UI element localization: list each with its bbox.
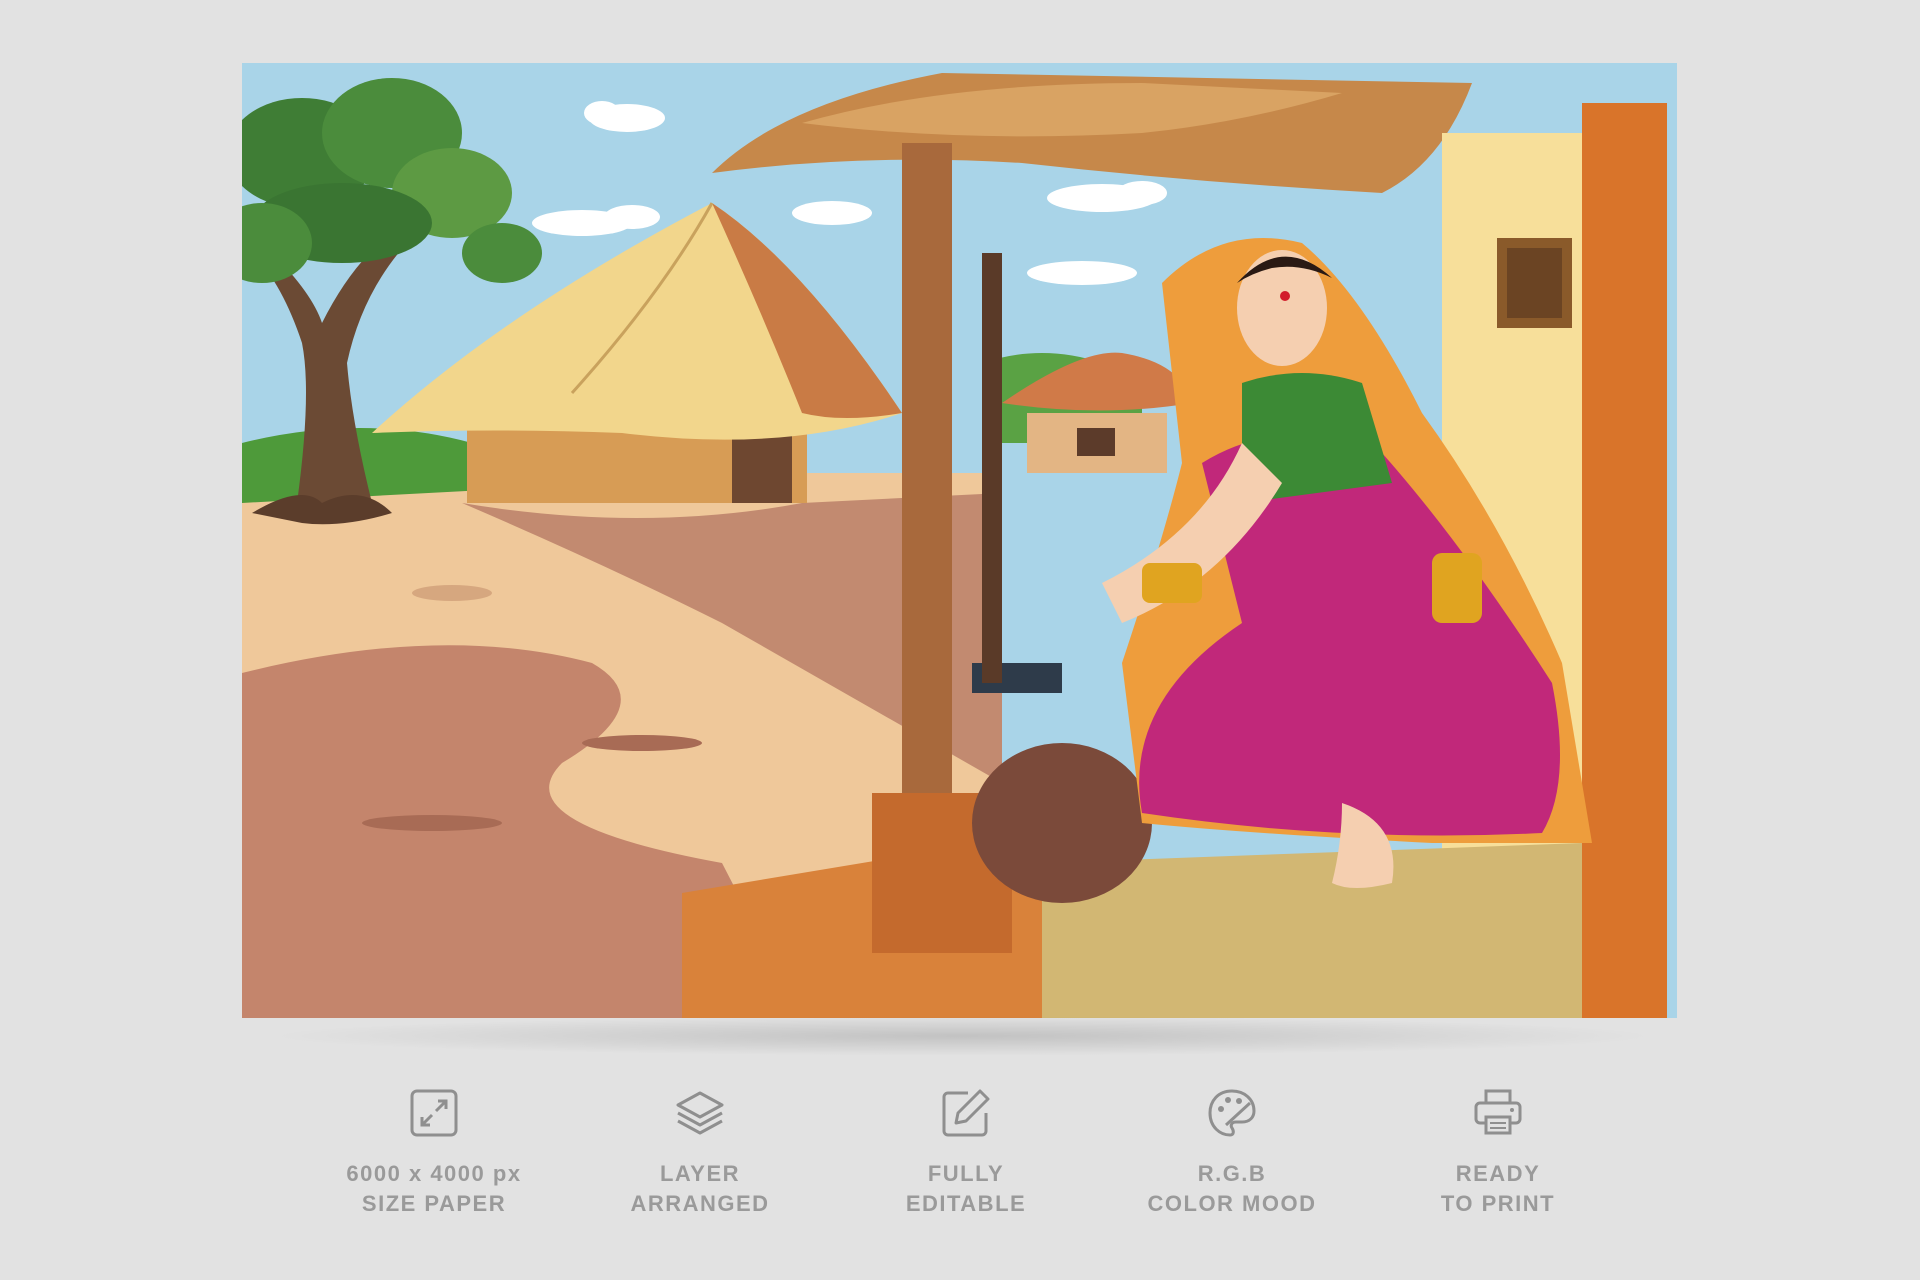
feature-layers: LAYER ARRANGED bbox=[580, 1085, 820, 1219]
village-scene bbox=[242, 63, 1677, 1018]
feature-size: 6000 x 4000 px SIZE PAPER bbox=[314, 1085, 554, 1219]
feature-print-line2: TO PRINT bbox=[1440, 1191, 1556, 1216]
edit-icon bbox=[942, 1089, 990, 1137]
feature-print: READY TO PRINT bbox=[1378, 1085, 1618, 1219]
feature-list: 6000 x 4000 px SIZE PAPER LAYER ARRANGED… bbox=[0, 1085, 1920, 1255]
printer-icon bbox=[1474, 1089, 1522, 1135]
village-illustration bbox=[242, 63, 1677, 1018]
resize-icon bbox=[410, 1089, 458, 1137]
feature-editable: FULLY EDITABLE bbox=[846, 1085, 1086, 1219]
feature-size-line1: 6000 x 4000 px bbox=[346, 1161, 522, 1186]
feature-size-line2: SIZE PAPER bbox=[361, 1191, 507, 1216]
feature-layers-line1: LAYER bbox=[659, 1161, 741, 1186]
feature-print-line1: READY bbox=[1455, 1161, 1541, 1186]
feature-color: R.G.B COLOR MOOD bbox=[1112, 1085, 1352, 1219]
feature-color-line1: R.G.B bbox=[1197, 1161, 1267, 1186]
paper-shadow bbox=[262, 1016, 1662, 1056]
feature-color-line2: COLOR MOOD bbox=[1147, 1191, 1317, 1216]
feature-layers-line2: ARRANGED bbox=[630, 1191, 770, 1216]
feature-editable-line2: EDITABLE bbox=[905, 1191, 1027, 1216]
palette-icon bbox=[1208, 1089, 1256, 1137]
feature-editable-line1: FULLY bbox=[927, 1161, 1005, 1186]
layers-icon bbox=[676, 1091, 724, 1135]
